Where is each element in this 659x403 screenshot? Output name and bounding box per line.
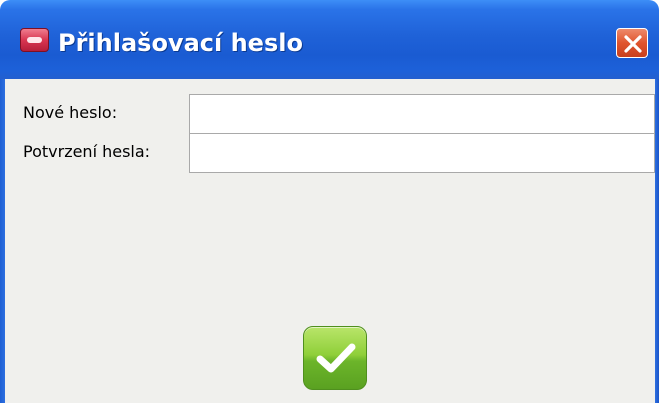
confirm-button[interactable] [303, 326, 367, 390]
new-password-field[interactable] [189, 94, 655, 134]
app-icon [20, 28, 49, 52]
title-bar[interactable]: Přihlašovací heslo [0, 0, 659, 79]
checkmark-icon [316, 343, 356, 373]
confirm-password-label: Potvrzení hesla: [23, 142, 151, 161]
new-password-label: Nové heslo: [23, 103, 118, 122]
password-dialog: Přihlašovací heslo Nové heslo: Potvrzení… [0, 0, 659, 403]
close-button[interactable] [616, 28, 648, 58]
close-icon [624, 35, 642, 53]
confirm-password-field[interactable] [189, 133, 655, 173]
window-border-right [655, 79, 659, 403]
window-title: Přihlašovací heslo [58, 29, 303, 57]
